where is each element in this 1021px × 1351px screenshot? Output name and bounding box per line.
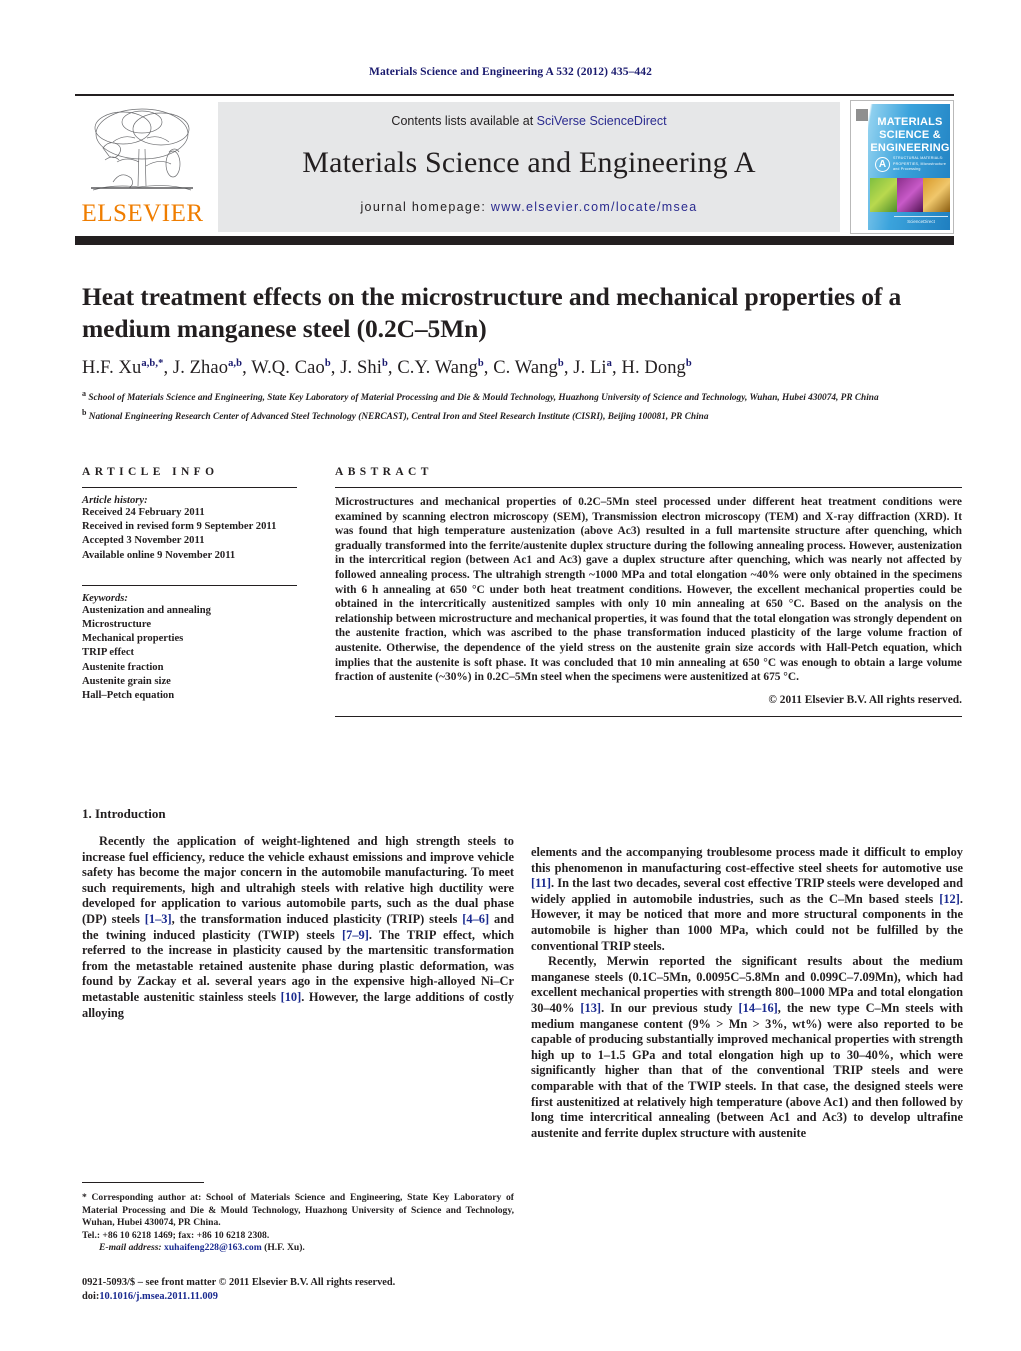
doi-label: doi: xyxy=(82,1291,100,1302)
citation-7-9[interactable]: [7–9] xyxy=(342,928,369,942)
cover-spine xyxy=(854,104,868,230)
section-heading-introduction: 1. Introduction xyxy=(82,806,166,821)
affiliation-b-text: National Engineering Research Center of … xyxy=(88,411,709,422)
citation-11[interactable]: [11] xyxy=(531,876,551,890)
citation-14-16[interactable]: [14–16] xyxy=(739,1001,778,1015)
footnote-email-line: E-mail address: xuhaifeng228@163.com (H.… xyxy=(82,1242,514,1255)
body-left-column: 1. Introduction Recently the application… xyxy=(82,806,514,1021)
running-head: Materials Science and Engineering A 532 … xyxy=(369,66,652,78)
intro-paragraph-left: Recently the application of weight-light… xyxy=(82,834,514,1021)
article-info-label: ARTICLE INFO xyxy=(82,466,219,478)
intro-paragraph-right-2: Recently, Merwin reported the significan… xyxy=(531,954,963,1141)
cover-micrograph-3 xyxy=(923,178,951,212)
cover-micrograph-2 xyxy=(896,178,924,212)
corresponding-author-footnote: * Corresponding author at: School of Mat… xyxy=(82,1182,514,1255)
abstract-bottom-rule xyxy=(335,715,962,717)
elsevier-tree-icon xyxy=(91,108,193,191)
cover-art: MATERIALS SCIENCE & ENGINEERING A STRUCT… xyxy=(854,104,951,230)
history-item: Accepted 3 November 2011 xyxy=(82,535,205,547)
elsevier-wordmark: ELSEVIER xyxy=(81,200,204,227)
history-item: Received 24 February 2011 xyxy=(82,507,205,518)
contents-prefix: Contents lists available at xyxy=(391,114,537,128)
contents-list-line: Contents lists available at SciVerse Sci… xyxy=(218,114,840,128)
doi-link[interactable]: 10.1016/j.msea.2011.11.009 xyxy=(99,1291,218,1302)
homepage-prefix: journal homepage: xyxy=(360,200,491,214)
citation-12[interactable]: [12] xyxy=(939,892,960,906)
masthead-bottom-rule xyxy=(75,236,954,245)
citation-1-3[interactable]: [1–3] xyxy=(145,912,172,926)
right2-text-c: , the new type C–Mn steels with medium m… xyxy=(531,1000,963,1140)
abstract-column: ABSTRACT Microstructures and mechanical … xyxy=(335,466,962,717)
footnote-tel: Tel.: +86 10 6218 1469; fax: +86 10 6218… xyxy=(82,1229,270,1241)
keyword-item: Austenite grain size xyxy=(82,675,171,687)
cover-series-badge: A xyxy=(875,157,890,172)
journal-title: Materials Science and Engineering A xyxy=(302,146,756,179)
cover-line-2: SCIENCE & xyxy=(879,129,941,141)
abstract-text: Microstructures and mechanical propertie… xyxy=(335,496,962,684)
front-matter: 0921-5093/$ – see front matter © 2011 El… xyxy=(82,1276,514,1304)
affiliation-a-text: School of Materials Science and Engineer… xyxy=(88,393,879,404)
keyword-item: Microstructure xyxy=(82,619,152,631)
affiliation-b: b National Engineering Research Center o… xyxy=(82,407,709,422)
cover-elsevier-icon xyxy=(856,109,868,121)
article-title: Heat treatment effects on the microstruc… xyxy=(82,282,902,343)
journal-homepage-line: journal homepage: www.elsevier.com/locat… xyxy=(218,200,840,214)
cover-micrograph-1 xyxy=(870,178,897,212)
footnote-rule xyxy=(82,1182,204,1183)
cover-micrographs xyxy=(870,178,951,212)
citation-4-6[interactable]: [4–6] xyxy=(462,912,489,926)
citation-13[interactable]: [13] xyxy=(580,1001,601,1015)
keyword-item: Hall–Petch equation xyxy=(82,690,175,702)
article-info-column: ARTICLE INFO Article history: Received 2… xyxy=(82,466,297,703)
abstract-label: ABSTRACT xyxy=(335,466,433,478)
paper-page: Materials Science and Engineering A 532 … xyxy=(0,0,1021,1351)
email-owner: (H.F. Xu). xyxy=(264,1242,305,1254)
article-history-label: Article history: xyxy=(82,495,148,506)
keyword-item: Austenization and annealing xyxy=(82,604,211,616)
keyword-item: Mechanical properties xyxy=(82,633,184,645)
keywords-rule xyxy=(82,584,297,586)
citation-10[interactable]: [10] xyxy=(281,990,302,1004)
issn-copyright-line: 0921-5093/$ – see front matter © 2011 El… xyxy=(82,1277,396,1288)
masthead-top-rule xyxy=(75,94,954,96)
cover-footer: ScienceDirect xyxy=(894,216,948,224)
title-block: Heat treatment effects on the microstruc… xyxy=(82,281,962,423)
keyword-item: Austenite fraction xyxy=(82,661,164,673)
doi-line: doi:10.1016/j.msea.2011.11.009 xyxy=(82,1290,514,1304)
keyword-item: TRIP effect xyxy=(82,647,135,659)
footnote-address: * Corresponding author at: School of Mat… xyxy=(82,1192,514,1229)
right-text-b: . In the last two decades, several cost … xyxy=(531,876,963,906)
email-link[interactable]: xuhaifeng228@163.com xyxy=(164,1242,262,1253)
history-item: Received in revised form 9 September 201… xyxy=(82,521,277,533)
right-text-a: elements and the accompanying troublesom… xyxy=(531,845,963,875)
right2-text-b: . In our previous study xyxy=(601,1000,739,1015)
elsevier-logo: ELSEVIER xyxy=(75,102,210,232)
abstract-copyright: © 2011 Elsevier B.V. All rights reserved… xyxy=(768,693,962,706)
intro-paragraph-right-1: elements and the accompanying troublesom… xyxy=(531,845,963,954)
cover-subtitle: STRUCTURAL MATERIALS: PROPERTIES, Micros… xyxy=(893,156,947,171)
article-info-rule xyxy=(82,487,297,488)
affiliation-a: a School of Materials Science and Engine… xyxy=(82,389,879,404)
keywords-block: Keywords: Austenization and annealing Mi… xyxy=(82,584,297,703)
journal-homepage-link[interactable]: www.elsevier.com/locate/msea xyxy=(491,200,698,214)
abstract-rule xyxy=(335,487,962,488)
author-list: H.F. Xua,b,*, J. Zhaoa,b, W.Q. Caob, J. … xyxy=(82,358,692,379)
intro-text-b: , the transformation induced plasticity … xyxy=(171,911,463,926)
keywords-label: Keywords: xyxy=(82,592,128,604)
cover-line-3: ENGINEERING xyxy=(870,142,950,154)
email-label: E-mail address: xyxy=(99,1242,162,1254)
body-right-column: elements and the accompanying troublesom… xyxy=(531,845,963,1141)
journal-masthead: ELSEVIER Contents lists available at Sci… xyxy=(75,94,954,245)
journal-cover-thumbnail: MATERIALS SCIENCE & ENGINEERING A STRUCT… xyxy=(850,100,954,234)
sciencedirect-link[interactable]: SciVerse ScienceDirect xyxy=(537,114,667,128)
masthead-center-band: Contents lists available at SciVerse Sci… xyxy=(218,102,840,232)
cover-line-1: MATERIALS xyxy=(877,116,943,128)
history-item: Available online 9 November 2011 xyxy=(82,549,236,561)
